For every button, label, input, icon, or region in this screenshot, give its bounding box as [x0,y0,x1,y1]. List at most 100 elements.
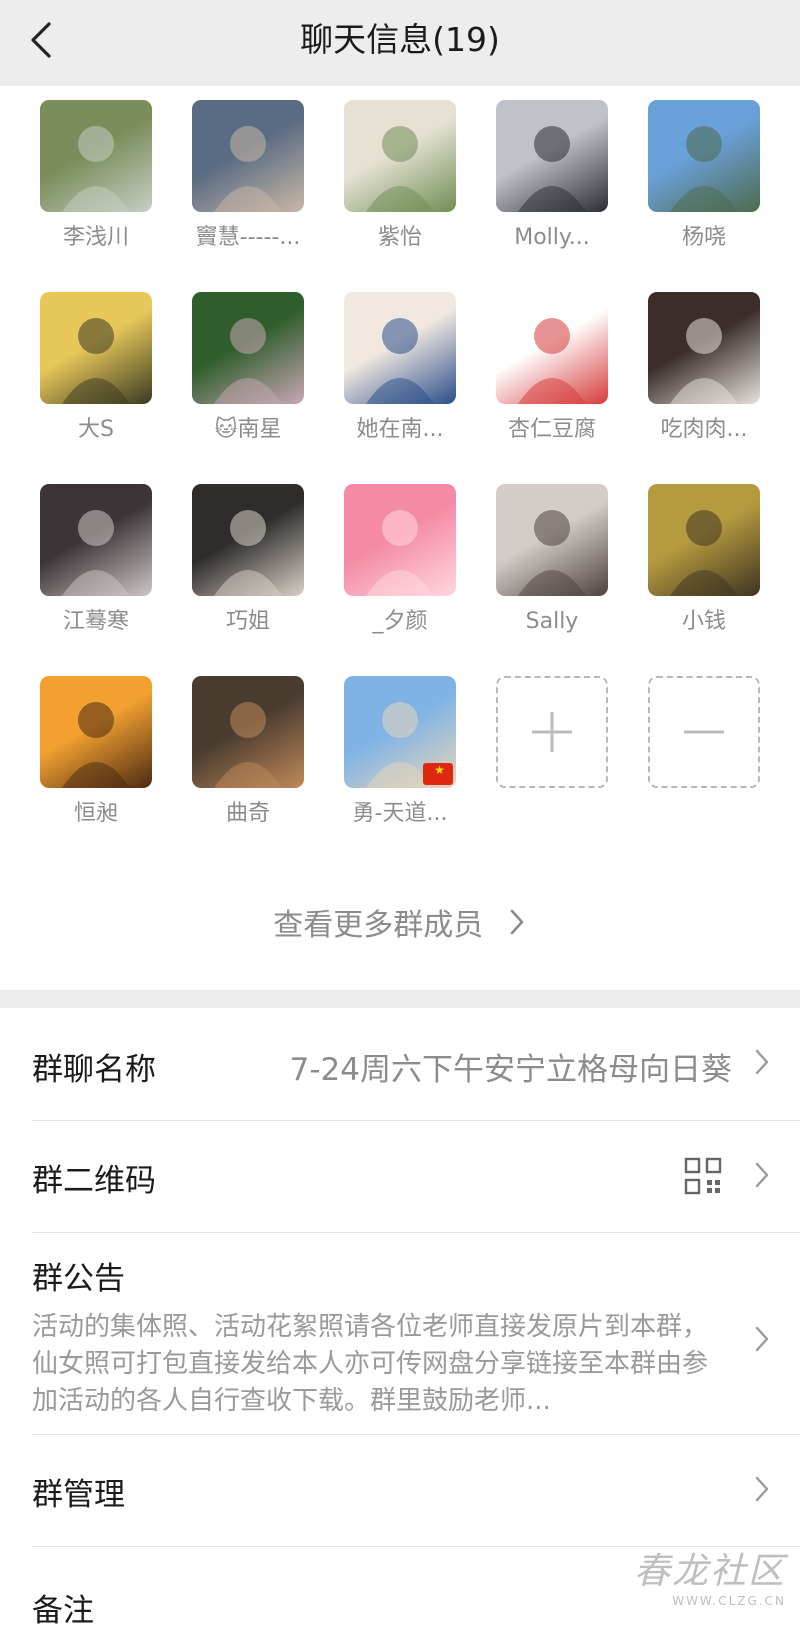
title-bar: 聊天信息(19) [0,0,800,86]
member-avatar[interactable] [648,484,760,596]
group-notice-label: 群公告 [32,1261,125,1297]
group-name-value: 7-24周六下午安宁立格母向日葵 [289,1052,732,1088]
avatar-image [62,510,130,596]
member-name: 李浅川 [62,225,129,250]
member-avatar[interactable] [496,292,608,404]
member-name: _夕颜 [372,609,428,634]
avatar-image [366,318,434,404]
avatar-image [214,318,282,404]
member-avatar[interactable] [344,484,456,596]
group-name-label: 群聊名称 [32,1052,156,1088]
add-member-button[interactable] [476,676,628,788]
view-more-members-label: 查看更多群成员 [273,908,484,943]
member-item[interactable]: ★ 勇-天道... [324,676,476,830]
watermark-logo: 春龙社区 WWW.CLZG.CN [634,1542,786,1608]
member-avatar[interactable]: ★ [344,676,456,788]
member-avatar[interactable] [40,292,152,404]
avatar-image [518,318,586,404]
member-item[interactable]: 竇慧-----... [172,100,324,254]
member-item[interactable]: 吃肉肉... [628,292,780,446]
member-item[interactable]: Molly... [476,100,628,254]
member-item[interactable]: 她在南... [324,292,476,446]
member-item[interactable]: 江蓦寒 [20,484,172,638]
member-avatar[interactable] [496,100,608,212]
group-name-row[interactable]: 群聊名称 7-24周六下午安宁立格母向日葵 [32,1008,800,1120]
member-item[interactable]: 🐱南星 [172,292,324,446]
avatar-image [670,126,738,212]
member-name: 杨哓 [681,225,726,250]
view-more-members-link[interactable]: 查看更多群成员 [0,900,800,944]
member-item[interactable]: _夕颜 [324,484,476,638]
member-name: 吃肉肉... [660,417,748,442]
chevron-right-icon [755,1326,769,1352]
plus-icon [532,712,572,752]
member-name: 小钱 [681,609,726,634]
member-avatar[interactable] [344,100,456,212]
member-item[interactable]: 巧姐 [172,484,324,638]
member-name: 紫怡 [377,225,422,250]
group-qrcode-label: 群二维码 [32,1163,156,1199]
member-name: 她在南... [356,417,444,442]
group-manage-label: 群管理 [32,1477,125,1513]
avatar-image [366,126,434,212]
member-item[interactable]: 杨哓 [628,100,780,254]
group-qrcode-row[interactable]: 群二维码 [32,1121,800,1233]
member-item[interactable]: Sally [476,484,628,638]
member-item[interactable]: 大S [20,292,172,446]
remove-member-button[interactable] [628,676,780,788]
avatar-image [214,702,282,788]
group-notice-text: 活动的集体照、活动花絮照请各位老师直接发原片到本群，仙女照可打包直接发给本人亦可… [32,1312,709,1416]
member-item[interactable]: 李浅川 [20,100,172,254]
watermark-url: WWW.CLZG.CN [672,1594,786,1608]
avatar-image [62,126,130,212]
remove-member-box[interactable] [648,676,760,788]
member-name: 勇-天道... [352,801,448,826]
section-divider [0,990,800,1008]
member-name: 江蓦寒 [62,609,129,634]
avatar-image [62,702,130,788]
member-avatar[interactable] [192,676,304,788]
chevron-right-icon [755,1476,769,1502]
member-avatar[interactable] [40,484,152,596]
member-item[interactable]: 小钱 [628,484,780,638]
china-flag-icon: ★ [423,763,453,785]
minus-icon [684,730,724,734]
avatar-image [518,126,586,212]
member-avatar[interactable] [344,292,456,404]
avatar-image [670,318,738,404]
member-item[interactable]: 杏仁豆腐 [476,292,628,446]
member-avatar[interactable] [192,292,304,404]
member-item[interactable]: 恒昶 [20,676,172,830]
member-avatar[interactable] [192,100,304,212]
page-title: 聊天信息(19) [300,20,500,59]
member-name: 竇慧-----... [195,225,301,250]
chevron-right-icon [755,1162,769,1188]
member-name: 杏仁豆腐 [507,417,596,442]
member-item[interactable]: 紫怡 [324,100,476,254]
member-name: 🐱南星 [214,417,282,442]
member-name: Sally [525,609,579,634]
qr-code-icon [684,1157,722,1195]
avatar-image [670,510,738,596]
member-name: 大S [78,417,114,442]
remark-label: 备注 [32,1593,94,1629]
avatar-image [214,126,282,212]
avatar-image [214,510,282,596]
group-manage-row[interactable]: 群管理 [32,1435,800,1547]
chevron-right-icon [510,909,524,935]
member-avatar[interactable] [496,484,608,596]
member-name: 曲奇 [225,801,270,826]
member-avatar[interactable] [648,292,760,404]
member-name: 恒昶 [73,801,118,826]
member-avatar[interactable] [40,100,152,212]
member-item[interactable]: 曲奇 [172,676,324,830]
member-avatar[interactable] [648,100,760,212]
add-member-box[interactable] [496,676,608,788]
member-avatar[interactable] [40,676,152,788]
chevron-right-icon [755,1049,769,1075]
member-name: 巧姐 [225,609,270,634]
group-notice-row[interactable]: 群公告 活动的集体照、活动花絮照请各位老师直接发原片到本群，仙女照可打包直接发给… [32,1233,800,1433]
avatar-image [62,318,130,404]
avatar-image [366,510,434,596]
member-avatar[interactable] [192,484,304,596]
